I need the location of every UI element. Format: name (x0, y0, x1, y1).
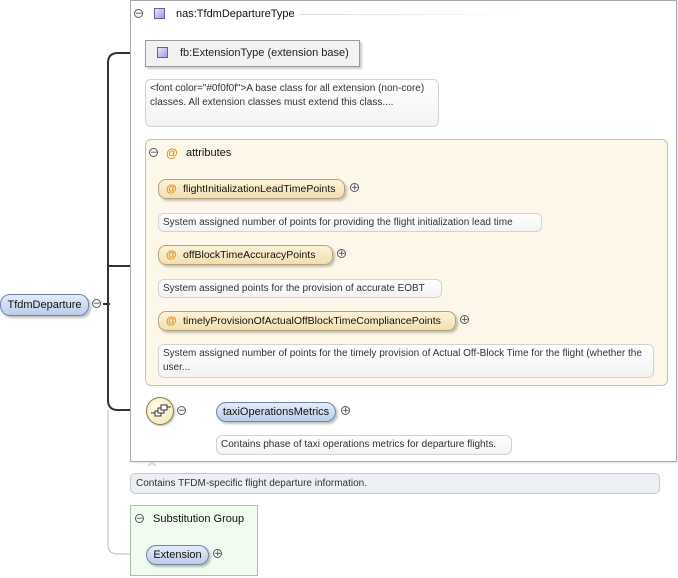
at-sign-icon: @ (166, 146, 178, 160)
attribute-expand-toggle[interactable]: + (337, 249, 346, 259)
root-element-toggle[interactable]: − (92, 299, 101, 309)
substitution-group-title: Substitution Group (153, 513, 245, 525)
attribute-name: timelyProvisionOfActualOffBlockTimeCompl… (183, 315, 441, 327)
sequence-compositor-icon[interactable] (146, 397, 174, 425)
attribute-doc: System assigned number of points for the… (158, 344, 654, 378)
attribute-expand-toggle[interactable]: + (460, 315, 469, 325)
attribute-doc: System assigned points for the provision… (158, 279, 442, 298)
element-name: taxiOperationsMetrics (222, 406, 330, 418)
substitution-element-name: Extension (153, 549, 202, 561)
element-doc: Contains phase of taxi operations metric… (216, 435, 512, 455)
attribute-pill[interactable]: @ timelyProvisionOfActualOffBlockTimeCom… (158, 311, 456, 331)
at-sign-icon: @ (166, 315, 177, 327)
sequence-collapse-toggle[interactable]: − (177, 406, 186, 416)
attributes-title: attributes (186, 147, 232, 159)
attribute-name: flightInitializationLeadTimePoints (183, 183, 336, 195)
attribute-doc: System assigned number of points for pro… (158, 213, 542, 232)
element-documentation: Contains TFDM-specific flight departure … (130, 473, 660, 494)
attribute-name: offBlockTimeAccuracyPoints (183, 249, 316, 261)
attribute-pill[interactable]: @ offBlockTimeAccuracyPoints (158, 245, 333, 265)
at-sign-icon: @ (166, 183, 177, 195)
at-sign-icon: @ (166, 249, 177, 261)
root-element-pill[interactable]: TfdmDeparture (0, 294, 89, 316)
extension-base-box[interactable]: fb:ExtensionType (extension base) (145, 40, 360, 67)
complex-type-icon (154, 8, 165, 19)
substitution-element-expand-toggle[interactable]: + (213, 549, 222, 559)
root-element-name: TfdmDeparture (7, 299, 82, 311)
substitution-collapse-toggle[interactable]: − (135, 514, 144, 524)
attribute-expand-toggle[interactable]: + (350, 183, 359, 193)
type-name: nas:TfdmDepartureType (176, 8, 295, 20)
attributes-collapse-toggle[interactable]: − (149, 148, 158, 158)
attribute-pill[interactable]: @ flightInitializationLeadTimePoints (158, 179, 345, 199)
element-expand-toggle[interactable]: + (341, 406, 350, 416)
extension-doc: <font color="#0f0f0f">A base class for a… (145, 79, 439, 127)
type-collapse-toggle[interactable]: − (134, 9, 143, 19)
header-divider (300, 14, 520, 15)
element-pill[interactable]: taxiOperationsMetrics (216, 402, 336, 422)
extension-base-label: fb:ExtensionType (extension base) (180, 47, 349, 59)
complex-type-icon (157, 47, 168, 58)
substitution-element-pill[interactable]: Extension (146, 545, 209, 565)
